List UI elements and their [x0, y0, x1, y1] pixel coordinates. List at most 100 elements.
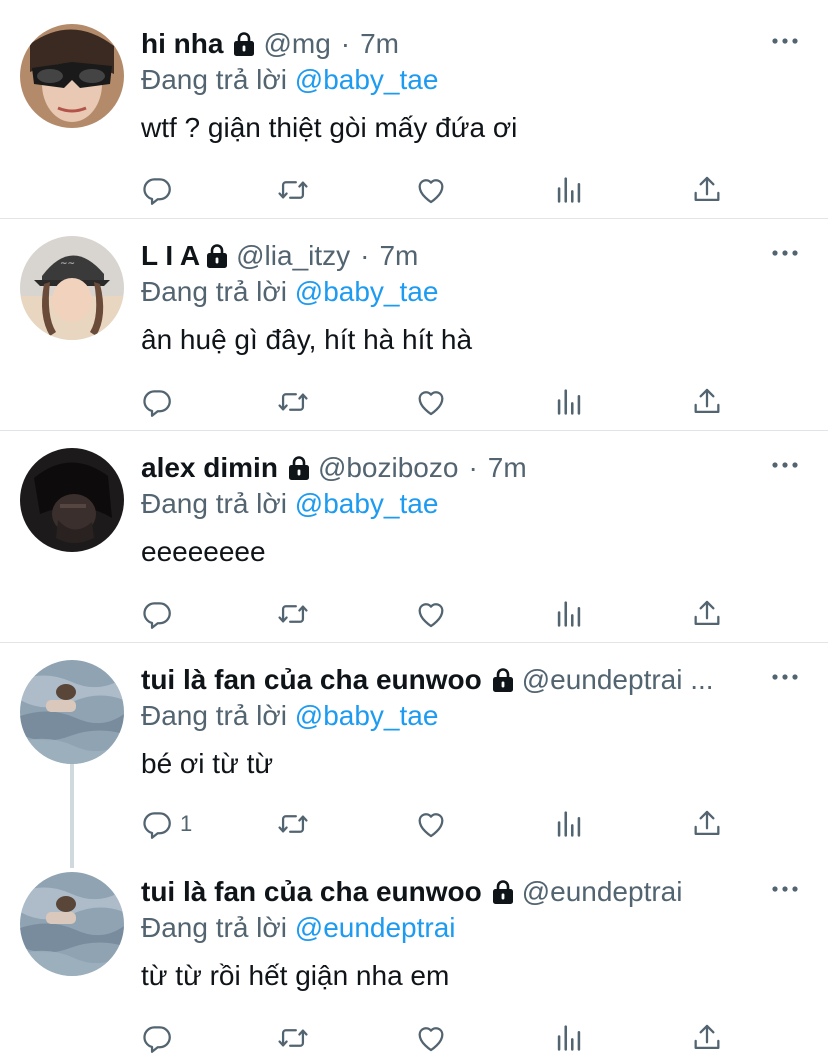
avatar[interactable]	[20, 660, 124, 764]
action-bar	[140, 382, 740, 422]
reply-button[interactable]	[140, 594, 180, 634]
share-button[interactable]	[690, 170, 724, 210]
avatar[interactable]: ~~	[20, 236, 124, 340]
reply-icon	[140, 385, 174, 419]
analytics-button[interactable]	[552, 170, 586, 210]
avatar-image	[20, 24, 124, 128]
share-button[interactable]	[690, 1018, 724, 1058]
avatar-image	[20, 872, 124, 976]
heart-icon	[414, 807, 448, 841]
like-button[interactable]	[414, 804, 448, 844]
more-button[interactable]	[770, 662, 800, 692]
replying-label: Đang trả lời	[141, 488, 287, 519]
replying-label: Đang trả lời	[141, 912, 287, 943]
handle[interactable]: @eundeptrai ...	[522, 658, 714, 702]
mention-link[interactable]: @baby_tae	[295, 488, 439, 519]
heart-icon	[414, 173, 448, 207]
retweet-button[interactable]	[276, 382, 310, 422]
mention-link[interactable]: @eundeptrai	[295, 912, 456, 943]
lock-icon	[204, 242, 230, 270]
avatar-image	[20, 660, 124, 764]
like-button[interactable]	[414, 170, 448, 210]
avatar-image: ~~	[20, 236, 124, 340]
mention-link[interactable]: @baby_tae	[295, 64, 439, 95]
mention-link[interactable]: @baby_tae	[295, 276, 439, 307]
handle[interactable]: @eundeptrai	[522, 870, 683, 914]
analytics-icon	[552, 385, 586, 419]
more-icon	[771, 461, 799, 469]
more-button[interactable]	[770, 238, 800, 268]
like-button[interactable]	[414, 1018, 448, 1058]
action-bar	[140, 170, 740, 210]
share-button[interactable]	[690, 382, 724, 422]
analytics-button[interactable]	[552, 382, 586, 422]
share-icon	[690, 1021, 724, 1055]
avatar[interactable]	[20, 872, 124, 976]
action-bar: 1	[140, 804, 740, 844]
replying-to: Đang trả lời @baby_tae	[141, 272, 438, 312]
more-icon	[771, 673, 799, 681]
replying-to: Đang trả lời @baby_tae	[141, 60, 438, 100]
divider	[0, 642, 828, 643]
analytics-button[interactable]	[552, 1018, 586, 1058]
mention-link[interactable]: @baby_tae	[295, 700, 439, 731]
more-button[interactable]	[770, 450, 800, 480]
tweet[interactable]: tui là fan của cha eunwoo @eundeptrai ..…	[0, 658, 828, 858]
tweet-text: eeeeeeee	[141, 536, 266, 567]
share-button[interactable]	[690, 594, 724, 634]
like-button[interactable]	[414, 382, 448, 422]
analytics-icon	[552, 1021, 586, 1055]
replying-to: Đang trả lời @baby_tae	[141, 484, 438, 524]
share-icon	[690, 597, 724, 631]
reply-button[interactable]	[140, 382, 180, 422]
replying-to: Đang trả lời @baby_tae	[141, 696, 438, 736]
analytics-button[interactable]	[552, 804, 586, 844]
reply-button[interactable]	[140, 1018, 180, 1058]
replying-label: Đang trả lời	[141, 64, 287, 95]
heart-icon	[414, 597, 448, 631]
tweet[interactable]: hi nha @mg · 7m Đang trả lời @baby_tae w…	[0, 22, 828, 218]
avatar[interactable]	[20, 448, 124, 552]
tweet[interactable]: alex dimin @bozibozo · 7m Đang trả lời @…	[0, 446, 828, 642]
retweet-button[interactable]	[276, 170, 310, 210]
tweet[interactable]: tui là fan của cha eunwoo @eundeptrai Đa…	[0, 870, 828, 1064]
more-icon	[771, 249, 799, 257]
share-icon	[690, 173, 724, 207]
analytics-icon	[552, 597, 586, 631]
retweet-icon	[276, 597, 310, 631]
reply-icon	[140, 807, 174, 841]
divider	[0, 430, 828, 431]
lock-icon	[490, 878, 516, 906]
analytics-button[interactable]	[552, 594, 586, 634]
retweet-icon	[276, 1021, 310, 1055]
heart-icon	[414, 1021, 448, 1055]
analytics-icon	[552, 173, 586, 207]
retweet-button[interactable]	[276, 1018, 310, 1058]
retweet-button[interactable]	[276, 594, 310, 634]
timestamp[interactable]: 7m	[488, 446, 527, 490]
reply-icon	[140, 1021, 174, 1055]
analytics-icon	[552, 807, 586, 841]
reply-button[interactable]: 1	[140, 804, 192, 844]
reply-icon	[140, 597, 174, 631]
tweet-text: wtf ? giận thiệt gòi mấy đứa ơi	[141, 112, 518, 143]
lock-icon	[286, 454, 312, 482]
avatar[interactable]	[20, 24, 124, 128]
more-button[interactable]	[770, 874, 800, 904]
tweet[interactable]: ~~ L I A @lia_itzy · 7m Đang trả lời @ba…	[0, 234, 828, 430]
reply-button[interactable]	[140, 170, 180, 210]
reply-icon	[140, 173, 174, 207]
like-button[interactable]	[414, 594, 448, 634]
share-button[interactable]	[690, 804, 724, 844]
retweet-icon	[276, 173, 310, 207]
retweet-button[interactable]	[276, 804, 310, 844]
action-bar	[140, 594, 740, 634]
replying-label: Đang trả lời	[141, 276, 287, 307]
lock-icon	[490, 666, 516, 694]
share-icon	[690, 385, 724, 419]
more-icon	[771, 37, 799, 45]
more-button[interactable]	[770, 26, 800, 56]
retweet-icon	[276, 385, 310, 419]
heart-icon	[414, 385, 448, 419]
tweet-text: bé ơi từ từ	[141, 748, 274, 779]
